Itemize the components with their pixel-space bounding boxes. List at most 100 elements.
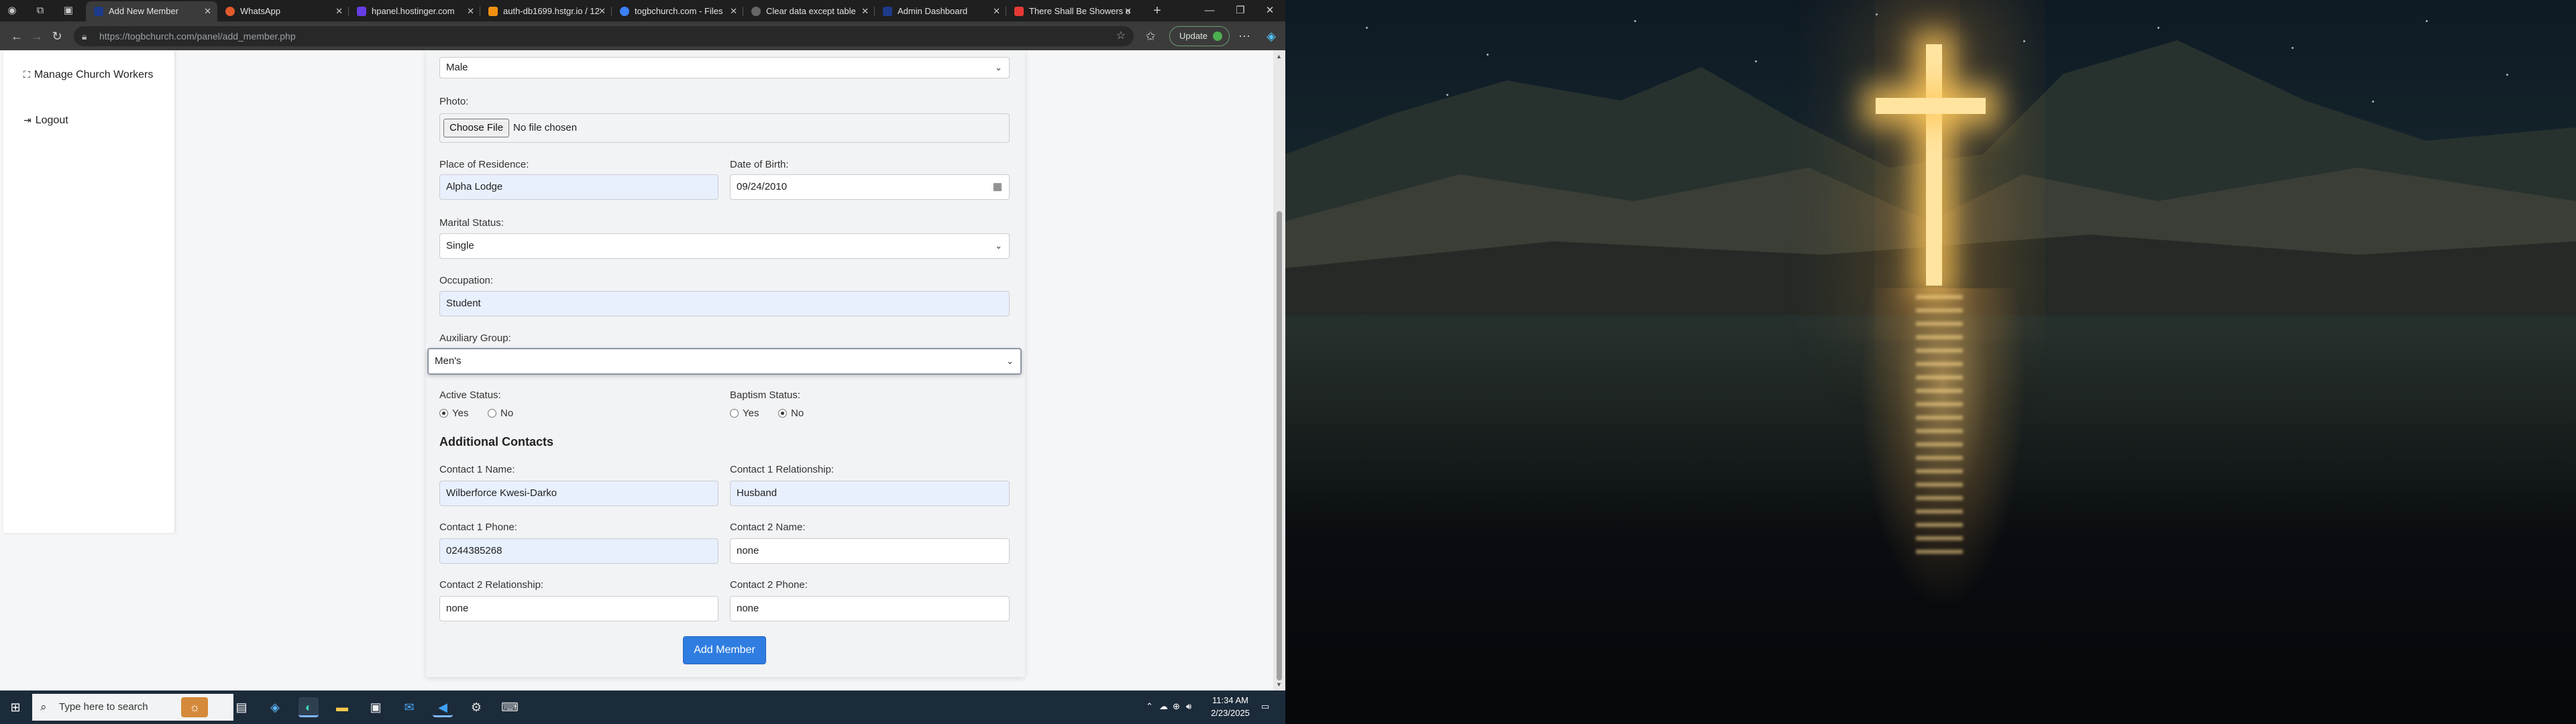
notifications-icon[interactable]: ▭ <box>1261 701 1269 713</box>
close-tab-icon[interactable]: ✕ <box>335 1 343 21</box>
contact1-phone-value: 0244385268 <box>446 545 502 556</box>
address-bar[interactable]: 🔒︎ https://togbchurch.com/panel/add_memb… <box>74 26 1134 46</box>
tab-hostinger[interactable]: hpanel.hostinger.com ✕ <box>349 1 480 21</box>
gender-value: Male <box>446 62 468 73</box>
glowing-cross-vertical <box>1926 44 1942 286</box>
chevron-down-icon: ⌄ <box>1006 356 1014 366</box>
dob-label: Date of Birth: <box>730 159 789 170</box>
tab-favicon-icon <box>357 7 366 16</box>
new-tab-button[interactable]: + <box>1150 4 1164 17</box>
scroll-up-icon[interactable]: ▲ <box>1276 53 1282 60</box>
file-explorer-icon[interactable]: ▬ <box>332 697 352 717</box>
outlook-icon[interactable]: ✉ <box>399 697 419 717</box>
tab-favicon-icon <box>94 7 103 16</box>
back-icon[interactable]: ← <box>8 28 25 44</box>
windows-start-icon[interactable]: ⊞ <box>5 697 25 717</box>
marital-select[interactable]: Single ⌄ <box>439 233 1010 259</box>
tab-actions-icon[interactable]: ▣ <box>62 4 75 17</box>
contact1-name-input[interactable]: Wilberforce Kwesi-Darko <box>439 481 718 506</box>
refresh-icon[interactable]: ↻ <box>48 28 66 44</box>
tab-title: auth-db1699.hstgr.io / 12 <box>503 6 600 16</box>
minimize-button[interactable]: — <box>1194 3 1225 19</box>
contact1-relationship-input[interactable]: Husband <box>730 481 1010 506</box>
active-no-radio[interactable]: No <box>488 407 513 420</box>
tab-whatsapp[interactable]: WhatsApp ✕ <box>217 1 349 21</box>
contact1-phone-input[interactable]: 0244385268 <box>439 538 718 564</box>
residence-input[interactable]: Alpha Lodge <box>439 174 718 200</box>
marital-label: Marital Status: <box>439 217 504 229</box>
contact2-phone-input[interactable]: none <box>730 596 1010 621</box>
add-member-button[interactable]: Add Member <box>683 636 766 664</box>
search-icon: ⌕ <box>40 701 47 713</box>
tab-phpmyadmin[interactable]: auth-db1699.hstgr.io / 12 ✕ <box>480 1 612 21</box>
sidebar-item-manage-church-workers[interactable]: ⛶ Manage Church Workers <box>23 66 158 83</box>
auxiliary-select[interactable]: Men's ⌄ <box>427 348 1022 375</box>
baptism-yes-radio[interactable]: Yes <box>730 407 759 420</box>
system-clock[interactable]: 11:34 AM 2/23/2025 <box>1203 694 1257 719</box>
close-tab-icon[interactable]: ✕ <box>467 1 474 21</box>
volume-icon[interactable]: 🔊︎ <box>1186 701 1191 713</box>
tab-clear-data[interactable]: Clear data except table ✕ <box>743 1 875 21</box>
more-menu-icon[interactable]: ⋯ <box>1236 28 1253 44</box>
marital-value: Single <box>446 240 474 251</box>
copilot-icon[interactable]: ◈ <box>1263 28 1280 44</box>
close-tab-icon[interactable]: ✕ <box>861 1 869 21</box>
glowing-cross-horizontal <box>1876 98 1986 114</box>
store-icon[interactable]: ▣ <box>366 697 386 717</box>
scrollbar-thumb[interactable] <box>1277 211 1282 680</box>
favorite-star-icon[interactable]: ☆ <box>1116 26 1126 46</box>
show-hidden-icons[interactable]: ⌃ <box>1146 701 1153 713</box>
close-tab-icon[interactable]: ✕ <box>1124 1 1132 21</box>
close-tab-icon[interactable]: ✕ <box>204 1 211 21</box>
radio-label: Yes <box>452 408 469 419</box>
radio-selected-icon <box>778 408 787 418</box>
update-label: Update <box>1179 31 1208 41</box>
favorites-icon[interactable]: ✩ <box>1142 28 1159 44</box>
sidebar-item-logout[interactable]: ⇥ Logout <box>23 112 68 129</box>
sidebar: ⛶ Manage Church Workers ⇥ Logout <box>3 50 174 533</box>
vscode-icon[interactable]: ◀ <box>433 697 453 717</box>
edge-browser-icon[interactable]: ◐ <box>299 697 319 717</box>
close-tab-icon[interactable]: ✕ <box>993 1 1000 21</box>
occupation-input[interactable]: Student <box>439 291 1010 316</box>
task-view-icon[interactable]: ▤ <box>231 697 252 717</box>
active-yes-radio[interactable]: Yes <box>439 407 468 420</box>
maximize-button[interactable]: ❐ <box>1225 3 1256 19</box>
close-tab-icon[interactable]: ✕ <box>730 1 737 21</box>
tab-add-new-member[interactable]: Add New Member ✕ <box>86 1 217 21</box>
photo-file-input[interactable]: Choose File No file chosen <box>439 113 1010 143</box>
radio-unselected-icon <box>730 408 739 418</box>
network-icon[interactable]: ⊕ <box>1173 701 1180 713</box>
copilot-taskbar-icon[interactable]: ◈ <box>265 697 285 717</box>
contact2-phone-value: none <box>737 603 759 614</box>
close-tab-icon[interactable]: ✕ <box>598 1 606 21</box>
workspaces-icon[interactable]: ⧉ <box>34 4 47 17</box>
contact2-relationship-input[interactable]: none <box>439 596 718 621</box>
search-placeholder: Type here to search <box>59 701 148 713</box>
add-member-form: Male ⌄ Photo: Choose File No file chosen … <box>426 50 1025 677</box>
choose-file-button[interactable]: Choose File <box>443 119 510 138</box>
tab-youtube-video[interactable]: There Shall Be Showers o ✕ <box>1006 1 1138 21</box>
settings-app-icon[interactable]: ⚙ <box>466 697 486 717</box>
update-button[interactable]: Update <box>1169 26 1230 46</box>
scroll-down-icon[interactable]: ▼ <box>1276 681 1282 688</box>
url-text: https://togbchurch.com/panel/add_member.… <box>99 31 296 42</box>
radio-unselected-icon <box>488 408 496 418</box>
search-highlight-icon[interactable]: ☼ <box>181 697 208 717</box>
gender-select[interactable]: Male ⌄ <box>439 57 1010 78</box>
onedrive-icon[interactable]: ☁ <box>1159 701 1168 713</box>
terminal-icon[interactable]: ⌨ <box>500 697 520 717</box>
page-scrollbar[interactable]: ▲ ▼ <box>1273 50 1285 690</box>
star <box>1446 94 1448 96</box>
contact2-name-input[interactable]: none <box>730 538 1010 564</box>
dob-input[interactable]: 09/24/2010 ▦ <box>730 174 1010 200</box>
profile-icon[interactable]: ◉ <box>5 4 19 17</box>
tab-favicon-icon <box>620 7 629 16</box>
taskbar: ⊞ ⌕ Type here to search ☼ ▤ ◈ ◐ ▬ ▣ ✉ ◀ … <box>0 690 1285 724</box>
close-window-button[interactable]: ✕ <box>1254 3 1285 19</box>
tab-files[interactable]: togbchurch.com - Files ✕ <box>612 1 743 21</box>
tab-admin-dashboard[interactable]: Admin Dashboard ✕ <box>875 1 1006 21</box>
baptism-no-radio[interactable]: No <box>778 407 804 420</box>
auxiliary-label: Auxiliary Group: <box>439 333 511 344</box>
calendar-icon[interactable]: ▦ <box>993 175 1002 199</box>
